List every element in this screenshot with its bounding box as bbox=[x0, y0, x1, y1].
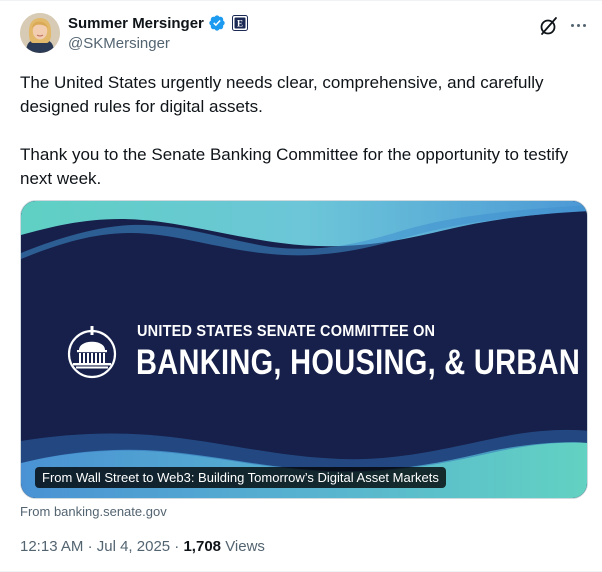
link-card[interactable]: UNITED STATES SENATE COMMITTEE ON BANKIN… bbox=[20, 200, 588, 499]
views-label: Views bbox=[225, 538, 265, 555]
meta-separator: · bbox=[174, 538, 180, 555]
grok-icon[interactable] bbox=[538, 15, 560, 37]
capitol-seal-icon bbox=[67, 326, 117, 379]
tweet-timestamp[interactable]: 12:13 AM · Jul 4, 2025 bbox=[20, 538, 170, 555]
author-name-row: Summer Mersinger E bbox=[68, 14, 248, 32]
affiliation-badge-icon[interactable]: E bbox=[231, 15, 248, 31]
svg-text:E: E bbox=[237, 19, 243, 29]
avatar[interactable] bbox=[20, 13, 60, 53]
tweet-paragraph: Thank you to the Senate Banking Committe… bbox=[20, 145, 569, 188]
meta-separator: · bbox=[87, 538, 93, 555]
author-handle[interactable]: @SKMersinger bbox=[68, 35, 170, 52]
card-caption: From Wall Street to Web3: Building Tomor… bbox=[35, 467, 446, 488]
author-display-name[interactable]: Summer Mersinger bbox=[68, 15, 204, 32]
card-source-link[interactable]: From banking.senate.gov bbox=[20, 504, 167, 519]
tweet-time: 12:13 AM bbox=[20, 538, 84, 555]
more-options-icon[interactable] bbox=[566, 13, 590, 37]
tweet-date: Jul 4, 2025 bbox=[96, 538, 171, 555]
views-count: 1,708 bbox=[183, 538, 222, 555]
tweet: Summer Mersinger E @SKMersinger The Unit… bbox=[0, 0, 602, 572]
card-title: BANKING, HOUSING, & URBAN AFFAIRS bbox=[136, 344, 587, 383]
tweet-meta: 12:13 AM · Jul 4, 2025 · 1,708 Views bbox=[20, 538, 265, 555]
tweet-paragraph: The United States urgently needs clear, … bbox=[20, 73, 544, 116]
card-subtitle: UNITED STATES SENATE COMMITTEE ON bbox=[137, 323, 436, 341]
verified-badge-icon[interactable] bbox=[208, 14, 226, 32]
tweet-text: The United States urgently needs clear, … bbox=[20, 71, 585, 191]
